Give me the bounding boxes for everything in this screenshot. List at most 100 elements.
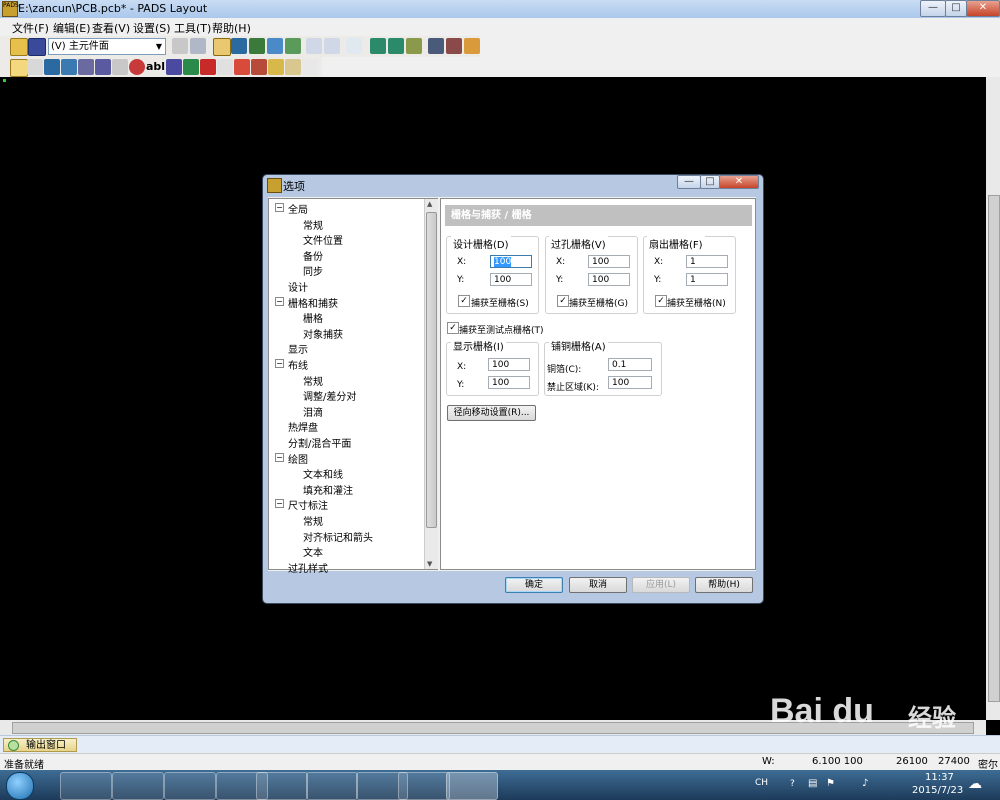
fanout-grid-snap-label[interactable]: 捕获至栅格(N) — [667, 296, 726, 309]
tree-category-item[interactable]: 绘图 — [288, 451, 308, 466]
select-arrow-icon[interactable] — [10, 59, 28, 77]
refresh-icon[interactable] — [190, 38, 206, 54]
via-grid-x-input[interactable]: 100 — [588, 255, 630, 268]
language-indicator[interactable]: CH — [755, 778, 768, 788]
menu-tools[interactable]: 工具(T) — [174, 20, 211, 36]
tree-subitem[interactable]: 调整/差分对 — [303, 388, 356, 403]
taskbar-word-icon[interactable] — [306, 772, 358, 800]
options-tree[interactable] — [268, 198, 438, 570]
help-button[interactable]: 帮助(H) — [695, 577, 753, 593]
dimension-icon[interactable] — [217, 59, 233, 75]
menu-view[interactable]: 查看(V) — [92, 20, 130, 36]
tree-collapse-icon[interactable]: − — [275, 499, 284, 509]
zoom-icon[interactable] — [346, 38, 362, 54]
tree-collapse-icon[interactable]: − — [275, 296, 284, 306]
tree-subitem[interactable]: 栅格 — [303, 310, 323, 325]
tree-category-item[interactable]: 显示 — [288, 341, 308, 356]
tree-subitem[interactable]: 文本和线 — [303, 466, 343, 481]
tree-collapse-icon[interactable]: − — [275, 452, 284, 462]
flag-tray-icon[interactable]: ⚑ — [826, 778, 835, 789]
clock-time[interactable]: 11:37 — [925, 772, 954, 783]
dxf-icon[interactable] — [285, 59, 301, 75]
tree-subitem[interactable]: 常规 — [303, 373, 323, 388]
weather-cloud-icon[interactable]: ☁ — [968, 776, 982, 792]
keepout-icon[interactable] — [112, 59, 128, 75]
scroll-down-icon[interactable]: ▼ — [427, 560, 432, 568]
output-window-tab[interactable]: 输出窗口 — [3, 738, 77, 752]
tree-category-item[interactable]: 栅格和捕获 — [288, 295, 338, 310]
flag-icon[interactable] — [200, 59, 216, 75]
tree-subitem[interactable]: 对象捕获 — [303, 326, 343, 341]
save-icon[interactable] — [28, 38, 46, 56]
test-point-snap-checkbox[interactable]: ✓ — [447, 322, 459, 334]
vertical-scroll-thumb[interactable] — [988, 195, 1000, 702]
tree-subitem[interactable]: 常规 — [303, 217, 323, 232]
tree-collapse-icon[interactable]: − — [275, 203, 284, 212]
dialog-maximize-button[interactable]: □ — [700, 175, 720, 189]
open-folder-icon[interactable] — [10, 38, 28, 56]
minimize-button[interactable]: — — [920, 0, 946, 17]
window-icon[interactable] — [446, 38, 462, 54]
test-point-snap-label[interactable]: 捕获至测试点栅格(T) — [459, 323, 544, 336]
design-grid-snap-checkbox[interactable]: ✓ — [458, 295, 470, 307]
layer-mode-select[interactable]: (V) 主元件面 ▼ — [48, 38, 166, 55]
vertical-scrollbar[interactable] — [986, 77, 1000, 720]
grid-icon[interactable] — [231, 38, 247, 54]
undo-icon[interactable] — [306, 38, 322, 54]
via-grid-snap-checkbox[interactable]: ✓ — [557, 295, 569, 307]
hatch-icon[interactable] — [95, 59, 111, 75]
menu-edit[interactable]: 编辑(E) — [53, 20, 91, 36]
menu-file[interactable]: 文件(F) — [12, 20, 49, 36]
via-grid-y-input[interactable]: 100 — [588, 273, 630, 286]
board-outline-icon[interactable] — [44, 59, 60, 75]
display-grid-y-input[interactable]: 100 — [488, 376, 530, 389]
select-mode-icon[interactable] — [27, 59, 43, 75]
taskbar-globe-icon[interactable] — [164, 772, 216, 800]
no-entry-icon[interactable] — [129, 59, 145, 75]
properties-icon[interactable] — [172, 38, 188, 54]
tree-scroll-thumb[interactable] — [426, 212, 437, 528]
taskbar-pads-layout-icon[interactable] — [446, 772, 498, 800]
layer-down-icon[interactable] — [388, 38, 404, 54]
list-icon[interactable] — [302, 59, 318, 75]
2d-line-icon[interactable] — [166, 59, 182, 75]
tree-subitem[interactable]: 文本 — [303, 544, 323, 559]
taskbar-mail-icon[interactable] — [256, 772, 308, 800]
design-grid-snap-label[interactable]: 捕获至栅格(S) — [471, 296, 529, 309]
volume-tray-icon[interactable]: ♪ — [862, 778, 868, 789]
verify-icon[interactable] — [406, 38, 422, 54]
menu-help[interactable]: 帮助(H) — [212, 20, 251, 36]
tree-subitem[interactable]: 对齐标记和箭头 — [303, 529, 373, 544]
design-grid-x-input[interactable]: 100 — [490, 255, 532, 268]
view-icon[interactable] — [428, 38, 444, 54]
tree-category-item[interactable]: 过孔样式 — [288, 560, 328, 575]
library-icon[interactable] — [251, 59, 267, 75]
fanout-grid-x-input[interactable]: 1 — [686, 255, 728, 268]
maximize-button[interactable]: □ — [945, 0, 967, 17]
tree-category-item[interactable]: 分割/混合平面 — [288, 435, 351, 450]
keepout-grid-input[interactable]: 100 — [608, 376, 652, 389]
component-icon[interactable] — [285, 38, 301, 54]
design-grid-y-input[interactable]: 100 — [490, 273, 532, 286]
tree-subitem[interactable]: 填充和灌注 — [303, 482, 353, 497]
tree-subitem[interactable]: 常规 — [303, 513, 323, 528]
taskbar-pads-logic-icon[interactable] — [398, 772, 450, 800]
copper-grid-input[interactable]: 0.1 — [608, 358, 652, 371]
dialog-minimize-button[interactable]: — — [677, 175, 701, 189]
route-icon[interactable] — [267, 38, 283, 54]
display-grid-x-input[interactable]: 100 — [488, 358, 530, 371]
taskbar-explorer-icon[interactable] — [112, 772, 164, 800]
tree-category-item[interactable]: 尺寸标注 — [288, 497, 328, 512]
help-tray-icon[interactable]: ? — [790, 779, 795, 789]
fanout-grid-y-input[interactable]: 1 — [686, 273, 728, 286]
taskbar-ie-icon[interactable] — [60, 772, 112, 800]
drc-icon[interactable] — [234, 59, 250, 75]
copper-icon[interactable] — [61, 59, 77, 75]
ok-button[interactable]: 确定 — [505, 577, 563, 593]
apply-button[interactable]: 应用(L) — [632, 577, 690, 593]
fanout-grid-snap-checkbox[interactable]: ✓ — [655, 295, 667, 307]
tree-category-item[interactable]: 热焊盘 — [288, 419, 318, 434]
import-icon[interactable] — [268, 59, 284, 75]
layer-up-icon[interactable] — [370, 38, 386, 54]
tree-subitem[interactable]: 泪滴 — [303, 404, 323, 419]
